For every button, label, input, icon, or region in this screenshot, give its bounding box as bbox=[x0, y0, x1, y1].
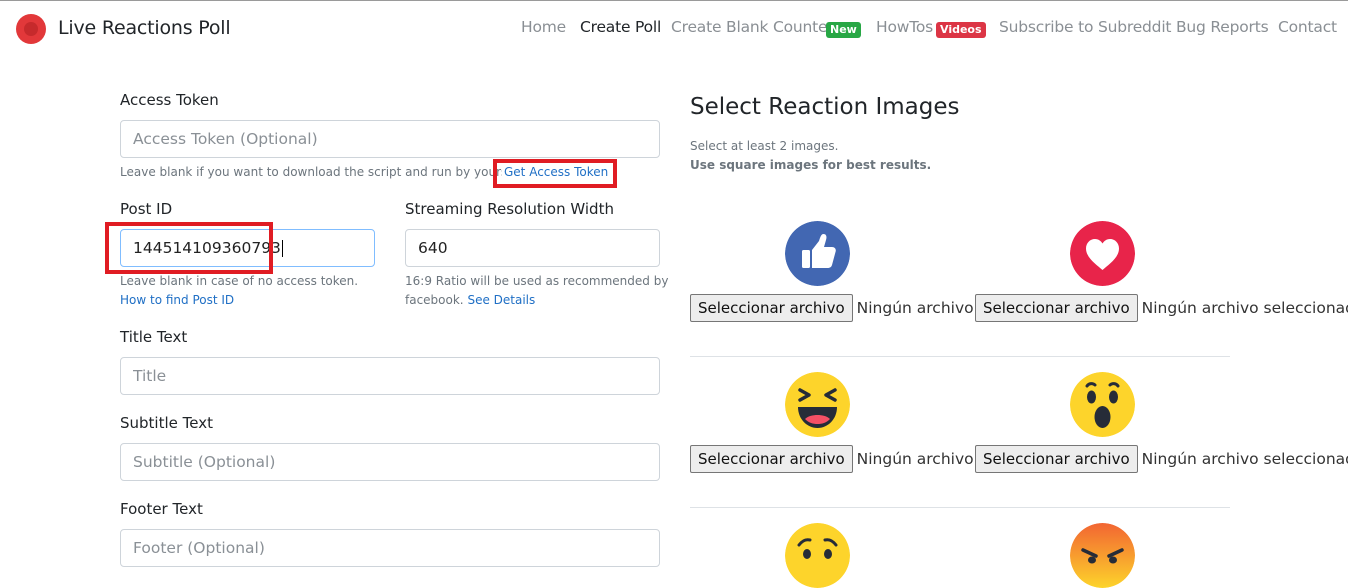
nav-subscribe-subreddit[interactable]: Subscribe to Subreddit bbox=[999, 18, 1172, 36]
new-badge: New bbox=[826, 22, 861, 38]
footer-input[interactable] bbox=[120, 529, 660, 567]
choose-file-button[interactable]: Seleccionar archivo bbox=[975, 294, 1138, 322]
sad-icon bbox=[785, 523, 850, 588]
reaction-note-square: Use square images for best results. bbox=[690, 158, 932, 172]
file-input-wow[interactable]: Seleccionar archivo Ningún archivo selecc… bbox=[975, 445, 1348, 475]
file-status: Ningún archivo seleccionado bbox=[856, 299, 975, 317]
footer-text-label: Footer Text bbox=[120, 500, 203, 518]
access-token-label: Access Token bbox=[120, 91, 219, 109]
see-details-link[interactable]: See Details bbox=[467, 293, 535, 307]
choose-file-button[interactable]: Seleccionar archivo bbox=[690, 294, 853, 322]
row-divider bbox=[690, 356, 1230, 357]
how-to-find-post-id-link[interactable]: How to find Post ID bbox=[120, 291, 234, 310]
title-input[interactable] bbox=[120, 357, 660, 395]
nav-create-poll[interactable]: Create Poll bbox=[580, 18, 661, 36]
subtitle-text-label: Subtitle Text bbox=[120, 414, 213, 432]
nav-create-blank-counter[interactable]: Create Blank Counter bbox=[671, 18, 834, 36]
access-token-input[interactable] bbox=[120, 120, 660, 158]
brand-name[interactable]: Live Reactions Poll bbox=[58, 17, 231, 39]
love-icon bbox=[1070, 221, 1135, 286]
post-id-help: Leave blank in case of no access token. bbox=[120, 274, 359, 288]
choose-file-button[interactable]: Seleccionar archivo bbox=[690, 445, 853, 473]
access-token-help-text: Leave blank if you want to download the … bbox=[120, 165, 526, 179]
wow-icon bbox=[1070, 372, 1135, 437]
stream-width-help-line2: facebook. See Details bbox=[405, 291, 535, 310]
reaction-images-heading: Select Reaction Images bbox=[690, 94, 960, 120]
choose-file-button[interactable]: Seleccionar archivo bbox=[975, 445, 1138, 473]
angry-icon bbox=[1070, 523, 1135, 588]
highlight-box-access-token bbox=[493, 159, 617, 188]
row-divider bbox=[690, 507, 1230, 508]
nav-howtos[interactable]: HowTos bbox=[876, 18, 933, 36]
file-status: Ningún archivo seleccionado bbox=[1141, 450, 1348, 468]
file-input-haha[interactable]: Seleccionar archivoNingún archivo selecc… bbox=[690, 445, 975, 475]
highlight-box-post-id bbox=[105, 222, 273, 274]
videos-badge: Videos bbox=[936, 22, 986, 38]
file-input-love[interactable]: Seleccionar archivo Ningún archivo selecc… bbox=[975, 294, 1348, 324]
file-status: Ningún archivo seleccionado bbox=[1141, 299, 1348, 317]
stream-width-label: Streaming Resolution Width bbox=[405, 200, 614, 218]
access-token-help: Leave blank if you want to download the … bbox=[120, 163, 525, 182]
stream-width-input[interactable] bbox=[405, 229, 660, 267]
file-status: Ningún archivo seleccionado bbox=[856, 450, 975, 468]
brand-logo-icon[interactable] bbox=[16, 14, 46, 44]
title-text-label: Title Text bbox=[120, 328, 188, 346]
nav-home[interactable]: Home bbox=[521, 18, 566, 36]
nav-contact[interactable]: Contact bbox=[1278, 18, 1337, 36]
subtitle-input[interactable] bbox=[120, 443, 660, 481]
window-top-border bbox=[0, 0, 1348, 1]
post-id-label: Post ID bbox=[120, 200, 173, 218]
reaction-note-min-images: Select at least 2 images. bbox=[690, 139, 839, 153]
like-icon bbox=[785, 221, 850, 286]
file-input-like[interactable]: Seleccionar archivoNingún archivo selecc… bbox=[690, 294, 975, 324]
haha-icon bbox=[785, 372, 850, 437]
stream-width-help-text: facebook. bbox=[405, 293, 464, 307]
stream-width-help-line1: 16:9 Ratio will be used as recommended b… bbox=[405, 274, 669, 288]
text-cursor bbox=[281, 240, 283, 257]
nav-bug-reports[interactable]: Bug Reports bbox=[1176, 18, 1269, 36]
